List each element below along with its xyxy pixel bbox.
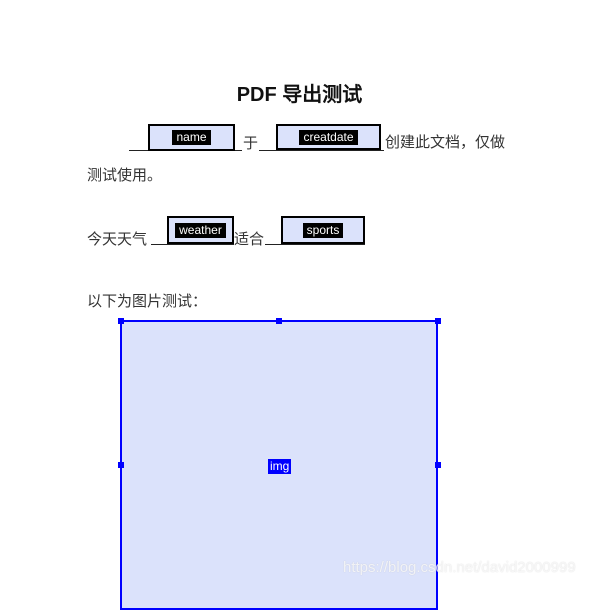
form-field-name[interactable]: name bbox=[148, 124, 235, 151]
text-yu: 于 bbox=[243, 134, 259, 152]
underline-sports bbox=[265, 244, 365, 245]
text-test-use: 测试使用。 bbox=[87, 166, 163, 184]
document-title: PDF 导出测试 bbox=[236, 84, 363, 106]
text-weather-today: 今天天气 bbox=[87, 230, 148, 248]
text-created-doc: 创建此文档，仅做 bbox=[385, 133, 506, 151]
underline-weather bbox=[151, 244, 234, 245]
form-field-createdate[interactable]: creatdate bbox=[276, 124, 381, 150]
underline-createdate bbox=[259, 150, 384, 151]
image-field-label: img bbox=[268, 459, 292, 474]
resize-handle-top-right[interactable] bbox=[435, 318, 441, 324]
text-image-test: 以下为图片测试： bbox=[87, 292, 208, 310]
field-label-name: name bbox=[172, 130, 211, 145]
resize-handle-top-left[interactable] bbox=[118, 318, 124, 324]
form-field-weather[interactable]: weather bbox=[167, 216, 234, 244]
field-label-createdate: creatdate bbox=[299, 129, 358, 145]
resize-handle-top-center[interactable] bbox=[276, 318, 282, 324]
resize-handle-middle-right[interactable] bbox=[435, 462, 441, 468]
resize-handle-middle-left[interactable] bbox=[118, 462, 124, 468]
field-label-sports: sports bbox=[302, 222, 344, 238]
watermark: https://blog.csdn.net/david2000999 bbox=[343, 559, 576, 576]
form-field-sports[interactable]: sports bbox=[281, 216, 365, 244]
field-label-weather: weather bbox=[175, 222, 226, 238]
text-suitable: 适合 bbox=[234, 230, 265, 248]
